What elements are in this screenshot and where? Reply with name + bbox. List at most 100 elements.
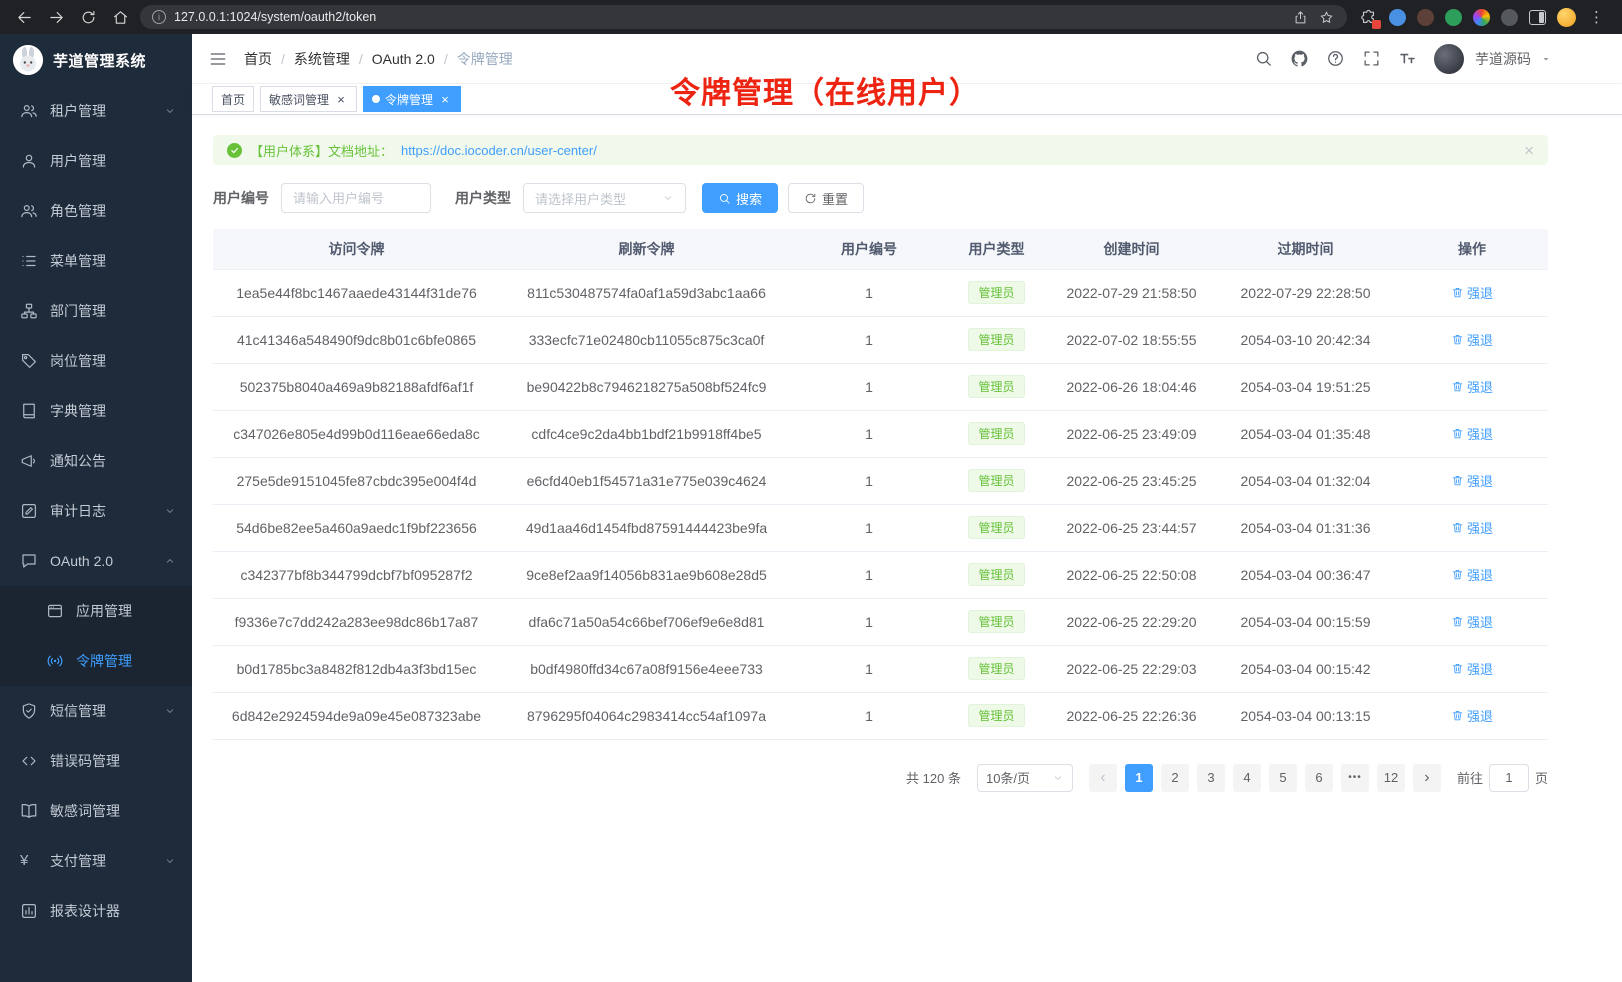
sidebar-item-dept[interactable]: 部门管理 [0, 286, 192, 336]
force-logout-button[interactable]: 强退 [1451, 424, 1493, 443]
sidebar-item-oauth2-token[interactable]: 令牌管理 [0, 636, 192, 686]
sidebar-item-notice[interactable]: 通知公告 [0, 436, 192, 486]
force-logout-button[interactable]: 强退 [1451, 612, 1493, 631]
pagination-next-button[interactable]: › [1413, 764, 1441, 792]
sidebar-item-label: 字典管理 [50, 401, 176, 421]
column-header: 操作 [1396, 229, 1548, 269]
side-panel-icon[interactable] [1529, 10, 1546, 25]
page-button-5[interactable]: 5 [1269, 764, 1297, 792]
sidebar-item-dict[interactable]: 字典管理 [0, 386, 192, 436]
table-row: 502375b8040a469a9b82188afdf6af1fbe90422b… [213, 363, 1548, 410]
github-icon[interactable] [1290, 49, 1309, 68]
sidebar-item-sensitive-word[interactable]: 敏感词管理 [0, 786, 192, 836]
refresh-token-cell: b0df4980ffd34c67a08f9156e4eee733 [500, 645, 793, 692]
alert-close-icon[interactable]: × [1524, 142, 1534, 159]
share-icon[interactable] [1291, 8, 1309, 26]
site-info-icon[interactable]: i [152, 10, 166, 24]
user-type-cell: 管理员 [945, 457, 1048, 504]
sidebar-item-label: 短信管理 [50, 701, 152, 721]
delete-icon [1451, 568, 1464, 581]
report-icon [20, 902, 38, 920]
search-button[interactable]: 搜索 [702, 183, 778, 213]
sidebar-item-error-code[interactable]: 错误码管理 [0, 736, 192, 786]
chevron-down-icon[interactable] [1540, 53, 1552, 65]
sidebar-item-menu[interactable]: 菜单管理 [0, 236, 192, 286]
table-row: c342377bf8b344799dcbf7bf095287f29ce8ef2a… [213, 551, 1548, 598]
tab-home[interactable]: 首页 [212, 86, 254, 112]
extension-icon-dark[interactable] [1417, 9, 1434, 26]
page-button-4[interactable]: 4 [1233, 764, 1261, 792]
page-button-1[interactable]: 1 [1125, 764, 1153, 792]
chevron-down-icon [164, 705, 176, 717]
page-button-12[interactable]: 12 [1377, 764, 1405, 792]
sidebar-item-role[interactable]: 角色管理 [0, 186, 192, 236]
user-type-badge: 管理员 [968, 328, 1024, 351]
delete-icon [1451, 333, 1464, 346]
tab-token[interactable]: 令牌管理× [363, 86, 461, 112]
goto-page-input[interactable] [1489, 764, 1529, 792]
extension-pin-icon[interactable] [1501, 9, 1518, 26]
bookmark-star-icon[interactable] [1317, 8, 1335, 26]
page-button-3[interactable]: 3 [1197, 764, 1225, 792]
force-logout-button[interactable]: 强退 [1451, 377, 1493, 396]
user-type-select[interactable]: 请选择用户类型 [523, 183, 686, 213]
breadcrumb-item-1[interactable]: 系统管理 [294, 49, 350, 69]
sidebar-item-oauth2-application[interactable]: 应用管理 [0, 586, 192, 636]
force-logout-button[interactable]: 强退 [1451, 518, 1493, 537]
sidebar-item-tenant[interactable]: 租户管理 [0, 86, 192, 136]
search-icon[interactable] [1254, 49, 1273, 68]
sidebar-item-audit-log[interactable]: 审计日志 [0, 486, 192, 536]
user-type-cell: 管理员 [945, 269, 1048, 316]
browser-forward-button[interactable] [44, 5, 68, 29]
sidebar-item-pay[interactable]: ¥支付管理 [0, 836, 192, 886]
page-button-6[interactable]: 6 [1305, 764, 1333, 792]
force-logout-button[interactable]: 强退 [1451, 283, 1493, 302]
sidebar-toggle-icon[interactable] [208, 49, 228, 69]
browser-home-button[interactable] [108, 5, 132, 29]
screen: i 127.0.0.1:1024/system/oauth2/token ⋮ 芋… [0, 0, 1622, 982]
sidebar-item-post[interactable]: 岗位管理 [0, 336, 192, 386]
force-logout-button[interactable]: 强退 [1451, 471, 1493, 490]
browser-menu-icon[interactable]: ⋮ [1587, 10, 1606, 25]
fullscreen-icon[interactable] [1362, 49, 1381, 68]
force-logout-button[interactable]: 强退 [1451, 565, 1493, 584]
force-logout-label: 强退 [1467, 659, 1493, 678]
tab-close-icon[interactable]: × [334, 92, 348, 106]
extension-icon-green[interactable] [1445, 9, 1462, 26]
force-logout-button[interactable]: 强退 [1451, 330, 1493, 349]
address-bar[interactable]: i 127.0.0.1:1024/system/oauth2/token [140, 5, 1347, 29]
browser-reload-button[interactable] [76, 5, 100, 29]
user-id-input[interactable] [281, 183, 431, 213]
force-logout-label: 强退 [1467, 706, 1493, 725]
reset-button[interactable]: 重置 [788, 183, 864, 213]
sidebar-item-report-designer[interactable]: 报表设计器 [0, 886, 192, 936]
page-size-select[interactable]: 10条/页 [977, 764, 1073, 792]
help-icon[interactable] [1326, 49, 1345, 68]
extension-icon-rainbow[interactable] [1473, 9, 1490, 26]
tab-close-icon[interactable]: × [438, 92, 452, 106]
sidebar-item-oauth2[interactable]: OAuth 2.0 [0, 536, 192, 586]
pagination-more-button[interactable]: ••• [1341, 764, 1369, 792]
alert-doc-link[interactable]: https://doc.iocoder.cn/user-center/ [401, 143, 597, 158]
sidebar-item-user[interactable]: 用户管理 [0, 136, 192, 186]
extension-icon-blue[interactable] [1389, 9, 1406, 26]
extension-puzzle-icon[interactable] [1359, 8, 1378, 27]
force-logout-button[interactable]: 强退 [1451, 706, 1493, 725]
user-name[interactable]: 芋道源码 [1475, 49, 1531, 69]
font-size-icon[interactable] [1398, 49, 1417, 68]
pagination-prev-button[interactable]: ‹ [1089, 764, 1117, 792]
app-logo[interactable]: 芋道管理系统 [0, 34, 192, 86]
user-avatar[interactable] [1434, 44, 1464, 74]
browser-back-button[interactable] [12, 5, 36, 29]
tab-sensitive-word[interactable]: 敏感词管理× [260, 86, 357, 112]
create-time-cell: 2022-06-25 23:45:25 [1048, 457, 1215, 504]
breadcrumb-item-2[interactable]: OAuth 2.0 [372, 51, 435, 67]
breadcrumb-item-0[interactable]: 首页 [244, 49, 272, 69]
browser-profile-avatar[interactable] [1557, 8, 1576, 27]
sidebar-item-sms[interactable]: 短信管理 [0, 686, 192, 736]
table-row: 41c41346a548490f9dc8b01c6bfe0865333ecfc7… [213, 316, 1548, 363]
people-icon [20, 102, 38, 120]
filter-bar: 用户编号 用户类型 请选择用户类型 搜索 [213, 183, 1548, 213]
page-button-2[interactable]: 2 [1161, 764, 1189, 792]
force-logout-button[interactable]: 强退 [1451, 659, 1493, 678]
